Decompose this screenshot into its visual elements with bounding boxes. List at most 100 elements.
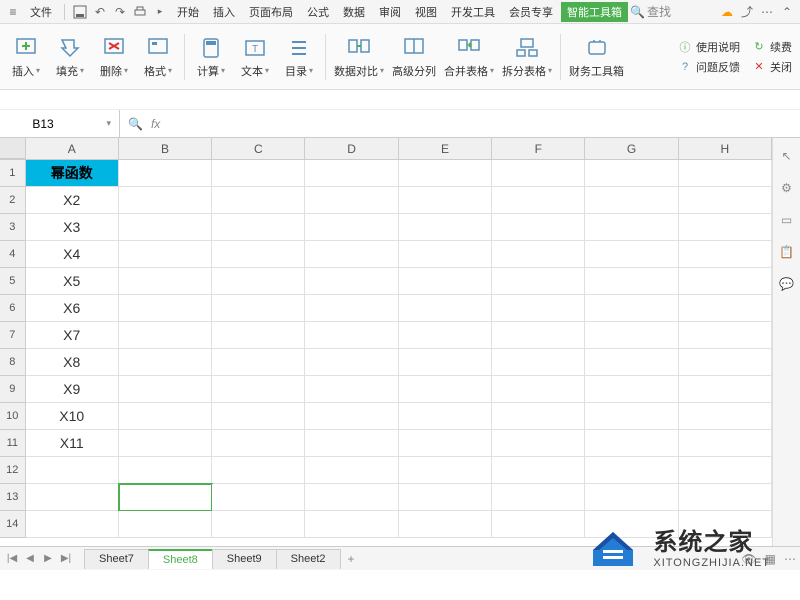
cell[interactable]: [119, 430, 212, 457]
row-head[interactable]: 13: [0, 484, 26, 511]
cell[interactable]: [399, 457, 492, 484]
nav-first-icon[interactable]: |◀: [4, 551, 20, 567]
cell[interactable]: [492, 160, 585, 187]
cell[interactable]: [119, 160, 212, 187]
search-box[interactable]: 🔍 查找: [630, 3, 671, 20]
select-all-corner[interactable]: [0, 138, 26, 159]
cell[interactable]: [305, 376, 398, 403]
dots-icon[interactable]: ⋯: [784, 552, 796, 566]
cell[interactable]: [492, 241, 585, 268]
cell[interactable]: [679, 187, 772, 214]
cell[interactable]: [305, 241, 398, 268]
row-head[interactable]: 7: [0, 322, 26, 349]
view-icon[interactable]: 👁: [741, 552, 756, 566]
cell[interactable]: [399, 376, 492, 403]
col-head-g[interactable]: G: [585, 138, 678, 159]
cell[interactable]: [399, 322, 492, 349]
tab-developer[interactable]: 开发工具: [445, 2, 501, 22]
cell[interactable]: [119, 511, 212, 538]
chevron-down-icon[interactable]: ▾: [106, 118, 111, 129]
ribbon-finance[interactable]: 财务工具箱: [569, 35, 624, 79]
row-head[interactable]: 6: [0, 295, 26, 322]
cell[interactable]: X11: [26, 430, 119, 457]
cell[interactable]: [679, 295, 772, 322]
cell[interactable]: [585, 403, 678, 430]
cell[interactable]: [305, 322, 398, 349]
cell[interactable]: [585, 457, 678, 484]
ribbon-split-column[interactable]: 高级分列: [392, 35, 436, 79]
cell[interactable]: [399, 349, 492, 376]
cell[interactable]: X10: [26, 403, 119, 430]
chevron-right-icon[interactable]: ▸: [151, 3, 169, 21]
cell[interactable]: [679, 160, 772, 187]
clipboard-icon[interactable]: 📋: [777, 242, 797, 262]
cell[interactable]: X6: [26, 295, 119, 322]
cell[interactable]: [679, 214, 772, 241]
cell[interactable]: [585, 511, 678, 538]
cell[interactable]: [119, 376, 212, 403]
col-head-b[interactable]: B: [119, 138, 212, 159]
cell[interactable]: [492, 187, 585, 214]
feedback-link[interactable]: ?问题反馈: [678, 59, 740, 75]
more-icon[interactable]: ⋯: [758, 3, 776, 21]
col-head-a[interactable]: A: [26, 138, 119, 159]
close-link[interactable]: ✕关闭: [752, 59, 792, 75]
grid-view-icon[interactable]: ▦: [765, 552, 776, 566]
cell[interactable]: [399, 430, 492, 457]
cell[interactable]: [492, 214, 585, 241]
nav-next-icon[interactable]: ▶: [40, 551, 56, 567]
cell[interactable]: [492, 457, 585, 484]
cell[interactable]: [399, 403, 492, 430]
ribbon-data-compare[interactable]: 数据对比▾: [334, 35, 384, 79]
cell[interactable]: [119, 322, 212, 349]
print-icon[interactable]: [131, 3, 149, 21]
cell[interactable]: [305, 430, 398, 457]
name-box-input[interactable]: [8, 117, 78, 131]
menu-icon[interactable]: ≡: [4, 3, 22, 21]
tab-smart-toolbox[interactable]: 智能工具箱: [561, 2, 628, 22]
cell[interactable]: 幂函数: [26, 160, 119, 187]
nav-prev-icon[interactable]: ◀: [22, 551, 38, 567]
cell[interactable]: [212, 160, 305, 187]
cell[interactable]: [679, 322, 772, 349]
row-head[interactable]: 12: [0, 457, 26, 484]
share-icon[interactable]: ⤴: [738, 3, 756, 21]
cell[interactable]: [585, 268, 678, 295]
cell[interactable]: [679, 457, 772, 484]
cell[interactable]: [679, 403, 772, 430]
cell[interactable]: [585, 241, 678, 268]
cell[interactable]: [119, 484, 212, 511]
cell[interactable]: [679, 484, 772, 511]
col-head-c[interactable]: C: [212, 138, 305, 159]
settings-icon[interactable]: ⚙: [777, 178, 797, 198]
tab-insert[interactable]: 插入: [207, 2, 241, 22]
cell[interactable]: [679, 241, 772, 268]
cell[interactable]: [399, 160, 492, 187]
add-sheet-button[interactable]: +: [348, 552, 355, 566]
tab-formula[interactable]: 公式: [301, 2, 335, 22]
cell[interactable]: [212, 187, 305, 214]
cell[interactable]: [679, 430, 772, 457]
cell[interactable]: [399, 187, 492, 214]
tab-layout[interactable]: 页面布局: [243, 2, 299, 22]
cell[interactable]: [492, 403, 585, 430]
ribbon-split-table[interactable]: 拆分表格▾: [502, 35, 552, 79]
cell[interactable]: [492, 322, 585, 349]
cell[interactable]: [585, 160, 678, 187]
cell[interactable]: [305, 511, 398, 538]
search-fx-icon[interactable]: 🔍: [128, 117, 143, 131]
redo-icon[interactable]: ↷: [111, 3, 129, 21]
sheet-tab[interactable]: Sheet7: [84, 549, 149, 569]
cell[interactable]: X3: [26, 214, 119, 241]
save-icon[interactable]: [71, 3, 89, 21]
cell[interactable]: [585, 214, 678, 241]
row-head[interactable]: 8: [0, 349, 26, 376]
ribbon-toc[interactable]: 目录▾: [281, 35, 317, 79]
cell[interactable]: [399, 295, 492, 322]
cell[interactable]: [305, 457, 398, 484]
tab-view[interactable]: 视图: [409, 2, 443, 22]
file-menu[interactable]: 文件: [24, 2, 58, 22]
cell[interactable]: [212, 376, 305, 403]
renew-link[interactable]: ↻续费: [752, 39, 792, 55]
row-head[interactable]: 2: [0, 187, 26, 214]
